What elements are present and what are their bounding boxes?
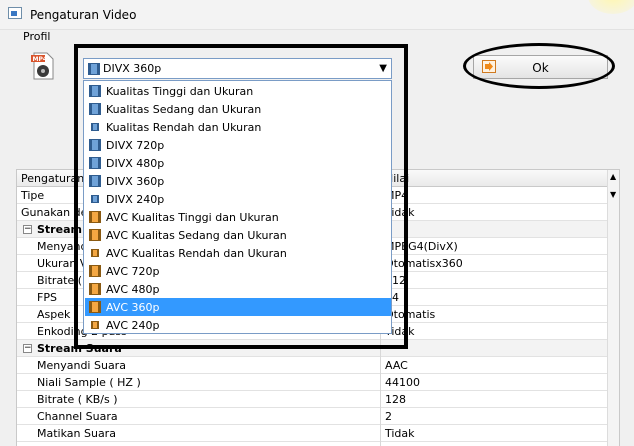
- window-icon: [8, 7, 22, 19]
- profile-option[interactable]: DIVX 240p: [85, 190, 391, 208]
- title-bar: Pengaturan Video: [0, 0, 634, 30]
- ok-button-label: Ok: [532, 61, 549, 75]
- grid-row-value: Tidak: [385, 427, 415, 440]
- profile-option-label: AVC Kualitas Rendah dan Ukuran: [106, 247, 287, 260]
- profile-option-label: Kualitas Sedang dan Ukuran: [106, 103, 262, 116]
- grid-row-name: FPS: [37, 291, 57, 304]
- grid-row[interactable]: Niali Sample ( HZ ) 44100: [17, 374, 607, 391]
- profile-option-label: Kualitas Rendah dan Ukuran: [106, 121, 262, 134]
- window-title: Pengaturan Video: [30, 8, 137, 22]
- profile-option[interactable]: AVC 240p: [85, 316, 391, 334]
- profile-option[interactable]: AVC 360p: [85, 298, 391, 316]
- film-blue-icon: [88, 63, 100, 75]
- film-blue-icon: [89, 157, 101, 169]
- svg-text:MP4: MP4: [33, 56, 48, 63]
- profile-option[interactable]: AVC 480p: [85, 280, 391, 298]
- profile-option[interactable]: Kualitas Sedang dan Ukuran: [85, 100, 391, 118]
- profile-selected-value: DIVX 360p: [103, 62, 162, 75]
- profile-option-label: DIVX 720p: [106, 139, 165, 152]
- grid-row-value: Otomatisx360: [385, 257, 463, 270]
- grid-row-name: Tipe: [21, 189, 45, 202]
- profile-option[interactable]: AVC 720p: [85, 262, 391, 280]
- grid-row-name: Niali Sample ( HZ ): [37, 376, 141, 389]
- grid-row-value: AAC: [385, 359, 408, 372]
- profil-label: Profil: [23, 30, 51, 43]
- film-orange-icon: [89, 301, 101, 313]
- profile-combobox[interactable]: DIVX 360p ▼: [83, 58, 392, 79]
- profile-option-label: DIVX 240p: [106, 193, 165, 206]
- profile-option[interactable]: AVC Kualitas Sedang dan Ukuran: [85, 226, 391, 244]
- film-blue-icon: [89, 103, 101, 115]
- grid-row[interactable]: Menyandi Suara AAC: [17, 357, 607, 374]
- grid-row-value: 128: [385, 393, 406, 406]
- grid-row-value: 44100: [385, 376, 420, 389]
- ok-button[interactable]: Ok: [473, 55, 608, 79]
- grid-section-row[interactable]: − Stream Suara: [17, 340, 607, 357]
- profile-option[interactable]: DIVX 480p: [85, 154, 391, 172]
- grid-row-value: Otomatis: [385, 308, 436, 321]
- grid-row-name: Matikan Suara: [37, 427, 116, 440]
- scroll-down-icon[interactable]: ▼: [610, 190, 616, 199]
- film-blue-icon: [89, 175, 101, 187]
- grid-row-name: Aspek: [37, 308, 71, 321]
- profile-option[interactable]: Kualitas Rendah dan Ukuran: [85, 118, 391, 136]
- profile-option-label: Kualitas Tinggi dan Ukuran: [106, 85, 254, 98]
- collapse-icon[interactable]: −: [23, 225, 32, 234]
- mp4-file-icon: MP4: [31, 52, 54, 80]
- scroll-up-icon[interactable]: ▲: [610, 172, 616, 181]
- collapse-icon[interactable]: −: [23, 344, 32, 353]
- chevron-down-icon[interactable]: ▼: [379, 63, 387, 74]
- profile-option-label: AVC Kualitas Tinggi dan Ukuran: [106, 211, 279, 224]
- grid-row-name: Bitrate ( KB/s ): [37, 393, 118, 406]
- grid-row[interactable]: Matikan Suara Tidak: [17, 425, 607, 442]
- profile-option-label: AVC 720p: [106, 265, 160, 278]
- grid-row[interactable]: Bitrate ( KB/s ) 128: [17, 391, 607, 408]
- grid-header-setting: Pengaturan: [21, 172, 85, 185]
- grid-row-value: 2: [385, 410, 392, 423]
- profile-option-label: AVC Kualitas Sedang dan Ukuran: [106, 229, 287, 242]
- film-orange-small-icon: [91, 249, 99, 257]
- profile-option[interactable]: AVC Kualitas Rendah dan Ukuran: [85, 244, 391, 262]
- profile-option-label: DIVX 360p: [106, 175, 165, 188]
- grid-row-name: Channel Suara: [37, 410, 118, 423]
- profile-option-label: AVC 480p: [106, 283, 160, 296]
- profile-option[interactable]: DIVX 360p: [85, 172, 391, 190]
- grid-scrollbar[interactable]: ▲ ▼: [607, 170, 619, 446]
- film-orange-icon: [89, 229, 101, 241]
- profile-option[interactable]: AVC Kualitas Tinggi dan Ukuran: [85, 208, 391, 226]
- film-orange-icon: [89, 283, 101, 295]
- film-orange-icon: [89, 265, 101, 277]
- profile-option[interactable]: Kualitas Tinggi dan Ukuran: [85, 82, 391, 100]
- profile-option-label: AVC 360p: [106, 301, 160, 314]
- profile-dropdown-list[interactable]: Kualitas Tinggi dan Ukuran Kualitas Sedan…: [83, 80, 392, 334]
- film-blue-small-icon: [91, 195, 99, 203]
- profile-option-label: DIVX 480p: [106, 157, 165, 170]
- film-blue-icon: [89, 85, 101, 97]
- film-blue-icon: [89, 139, 101, 151]
- profile-option-label: AVC 240p: [106, 319, 160, 332]
- grid-row-value: MPEG4(DivX): [385, 240, 458, 253]
- grid-row[interactable]: Channel Suara 2: [17, 408, 607, 425]
- grid-row-name: Menyandi Suara: [37, 359, 126, 372]
- film-orange-icon: [89, 211, 101, 223]
- film-orange-small-icon: [91, 321, 99, 329]
- film-blue-small-icon: [91, 123, 99, 131]
- profile-option[interactable]: DIVX 720p: [85, 136, 391, 154]
- grid-row-name: Stream Suara: [37, 342, 122, 355]
